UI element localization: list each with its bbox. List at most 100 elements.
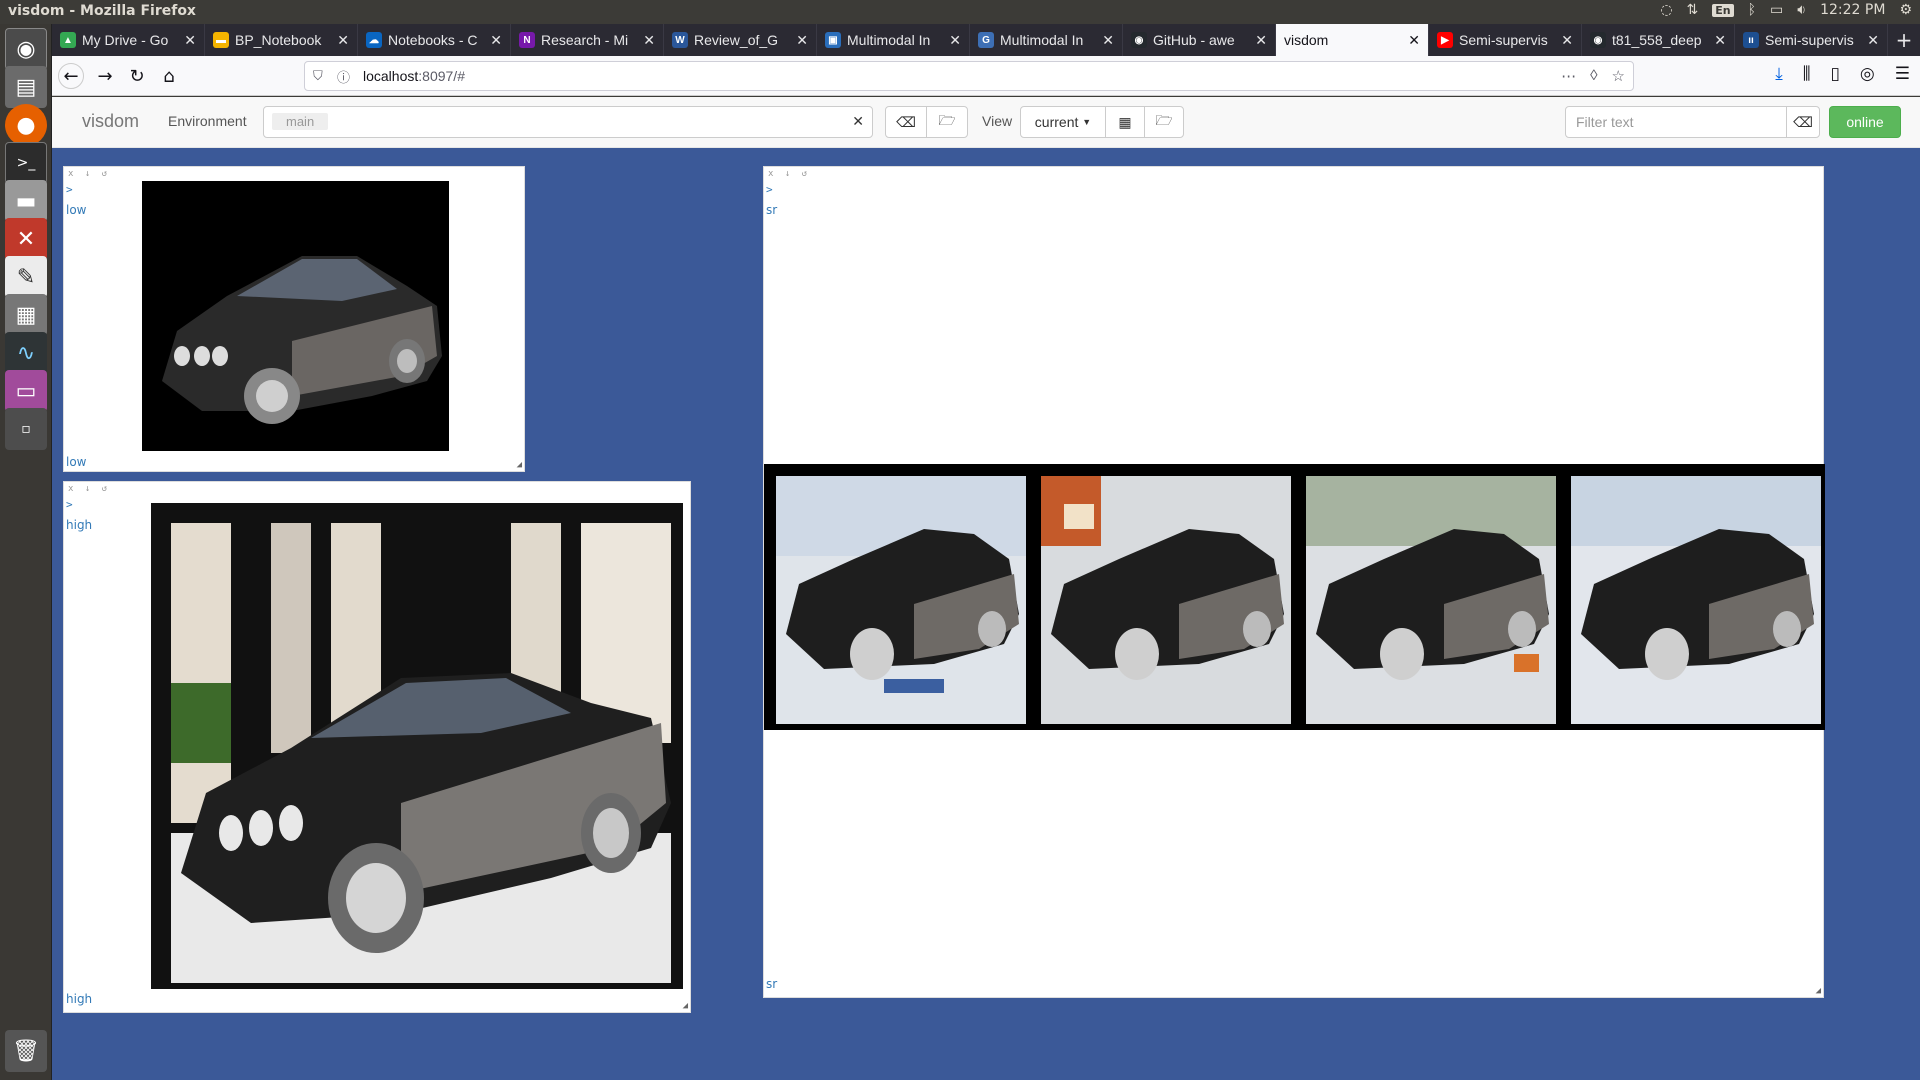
visdom-brand[interactable]: visdom: [82, 111, 139, 132]
tracking-shield-icon[interactable]: ⛉: [313, 68, 323, 84]
close-icon[interactable]: ✕: [184, 32, 196, 49]
tab-semi-supervised-1[interactable]: ▶ Semi-supervis ✕: [1429, 24, 1582, 56]
site-info-icon[interactable]: ⓘ: [337, 67, 350, 86]
pane-controls[interactable]: x ↓ ↺: [768, 169, 810, 179]
clock[interactable]: 12:22 PM: [1820, 2, 1885, 18]
folder-icon[interactable]: 🗁︎: [926, 106, 968, 138]
tab-visdom[interactable]: visdom ✕: [1276, 24, 1429, 56]
sidebar-icon[interactable]: ▯: [1831, 64, 1840, 84]
page-actions-ellipsis-icon[interactable]: ⋯: [1561, 67, 1576, 85]
grid-layout-icon[interactable]: ▦: [1105, 106, 1145, 138]
terminal-icon[interactable]: >_: [5, 142, 47, 184]
tab-semi-supervised-2[interactable]: ıı Semi-supervis ✕: [1735, 24, 1888, 56]
trash-icon[interactable]: 🗑︎: [5, 1030, 47, 1072]
hamburger-menu-icon[interactable]: ☰: [1895, 64, 1910, 84]
tab-notebooks[interactable]: ☁ Notebooks - C ✕: [358, 24, 511, 56]
github-icon: ◉: [1590, 32, 1606, 48]
tab-review[interactable]: W Review_of_G ✕: [664, 24, 817, 56]
close-icon[interactable]: ✕: [1102, 32, 1114, 49]
car-image-low: [142, 181, 449, 451]
resize-handle-icon[interactable]: ◢: [683, 1001, 688, 1011]
onedrive-icon: ☁: [366, 32, 382, 48]
close-icon[interactable]: ✕: [949, 32, 961, 49]
settings-icon[interactable]: ✕: [5, 218, 47, 260]
pane-title: low: [66, 203, 87, 217]
file-manager-icon[interactable]: ▤: [5, 66, 47, 108]
pane-prompt[interactable]: >: [66, 498, 73, 511]
close-icon[interactable]: ✕: [1255, 32, 1267, 49]
tab-bp-notebook[interactable]: ▬ BP_Notebook ✕: [205, 24, 358, 56]
high-res-car-image: [151, 503, 683, 989]
volume-icon[interactable]: 🔉︎: [1797, 2, 1806, 18]
folder-open-icon[interactable]: 🗁︎: [1144, 106, 1184, 138]
bookmark-star-icon[interactable]: ☆: [1612, 67, 1625, 85]
url-bar[interactable]: ⛉ ⓘ localhost:8097/# ⋯ ◊ ☆: [304, 61, 1634, 91]
filter-eraser-icon[interactable]: ⌫: [1786, 106, 1820, 138]
eraser-icon[interactable]: ⌫: [885, 106, 927, 138]
close-icon[interactable]: ✕: [796, 32, 808, 49]
pane-title: sr: [766, 203, 778, 217]
visdom-toolbar: visdom Environment main ✕ ⌫ 🗁︎ View curr…: [52, 97, 1920, 148]
pane-high[interactable]: x ↓ ↺ > high high ◢: [63, 481, 691, 1013]
disk-drive-icon[interactable]: ▬: [5, 180, 47, 222]
close-icon[interactable]: ✕: [1561, 32, 1573, 49]
resize-handle-icon[interactable]: ◢: [517, 460, 522, 470]
forward-arrow-icon[interactable]: →: [92, 63, 118, 89]
filter-text-input[interactable]: Filter text: [1565, 106, 1787, 138]
pane-prompt[interactable]: >: [766, 183, 773, 196]
account-icon[interactable]: ◎: [1860, 64, 1875, 84]
close-icon[interactable]: ✕: [337, 32, 349, 49]
calculator-icon[interactable]: ▦: [5, 294, 47, 336]
app-store-icon[interactable]: ▭: [5, 370, 47, 412]
close-icon[interactable]: ✕: [643, 32, 655, 49]
clear-environment-icon[interactable]: ✕: [852, 113, 864, 130]
bluetooth-icon[interactable]: ᛒ: [1748, 2, 1756, 18]
pane-controls[interactable]: x ↓ ↺: [68, 484, 110, 494]
resize-handle-icon[interactable]: ◢: [1816, 986, 1821, 996]
url-text[interactable]: localhost:8097/#: [363, 68, 465, 84]
pane-low[interactable]: x ↓ ↺ > low low ◢: [63, 166, 525, 472]
close-icon[interactable]: ✕: [1867, 32, 1879, 49]
lightbulb-icon[interactable]: ◌: [1660, 2, 1672, 18]
firefox-icon[interactable]: ●: [5, 104, 47, 146]
workspace-switcher-icon[interactable]: ▫: [5, 408, 47, 450]
pane-title: high: [66, 518, 93, 532]
close-icon[interactable]: ✕: [490, 32, 502, 49]
youtube-icon: ▶: [1437, 32, 1453, 48]
pocket-icon[interactable]: ◊: [1590, 67, 1597, 85]
pane-sr[interactable]: x ↓ ↺ > sr sr ◢: [763, 166, 1825, 998]
environment-select[interactable]: main ✕: [263, 106, 873, 138]
tab-t81[interactable]: ◉ t81_558_deep ✕: [1582, 24, 1735, 56]
tab-multimodal-1[interactable]: ▣ Multimodal In ✕: [817, 24, 970, 56]
online-status-button[interactable]: online: [1829, 106, 1901, 138]
pane-controls[interactable]: x ↓ ↺: [68, 169, 110, 179]
tab-research[interactable]: N Research - Mi ✕: [511, 24, 664, 56]
downloads-icon[interactable]: ⤓: [1775, 64, 1783, 84]
tab-github[interactable]: ◉ GitHub - awe ✕: [1123, 24, 1276, 56]
network-icon[interactable]: ⇅: [1687, 2, 1699, 18]
battery-icon[interactable]: ▭: [1770, 2, 1783, 18]
tab-multimodal-2[interactable]: G Multimodal In ✕: [970, 24, 1123, 56]
reload-icon[interactable]: ↻: [124, 63, 150, 89]
onenote-icon: N: [519, 32, 535, 48]
environment-tag[interactable]: main: [272, 113, 329, 130]
navigation-bar: ← → ↻ ⌂ ⛉ ⓘ localhost:8097/# ⋯ ◊ ☆ ⤓ ⫼ ▯…: [52, 56, 1920, 96]
keyboard-language-indicator[interactable]: En: [1712, 3, 1734, 17]
library-icon[interactable]: ⫼: [1803, 64, 1811, 84]
new-tab-plus-icon[interactable]: +: [1888, 24, 1920, 56]
sr-sample-4: [1571, 476, 1821, 724]
pane-prompt[interactable]: >: [66, 183, 73, 196]
pane-caption: high: [66, 992, 93, 1006]
view-select[interactable]: current ▼: [1020, 106, 1106, 138]
home-icon[interactable]: ⌂: [156, 63, 182, 89]
text-editor-icon[interactable]: ✎: [5, 256, 47, 298]
view-select-value: current: [1034, 114, 1079, 130]
ubuntu-dash-icon[interactable]: ◉: [5, 28, 47, 70]
close-icon[interactable]: ✕: [1714, 32, 1726, 49]
power-gear-icon[interactable]: ⚙: [1899, 2, 1912, 18]
system-monitor-icon[interactable]: ∿: [5, 332, 47, 374]
sr-sample-3: [1306, 476, 1556, 724]
close-icon[interactable]: ✕: [1408, 32, 1420, 49]
back-arrow-icon[interactable]: ←: [58, 63, 84, 89]
tab-my-drive[interactable]: ▲ My Drive - Go ✕: [52, 24, 205, 56]
